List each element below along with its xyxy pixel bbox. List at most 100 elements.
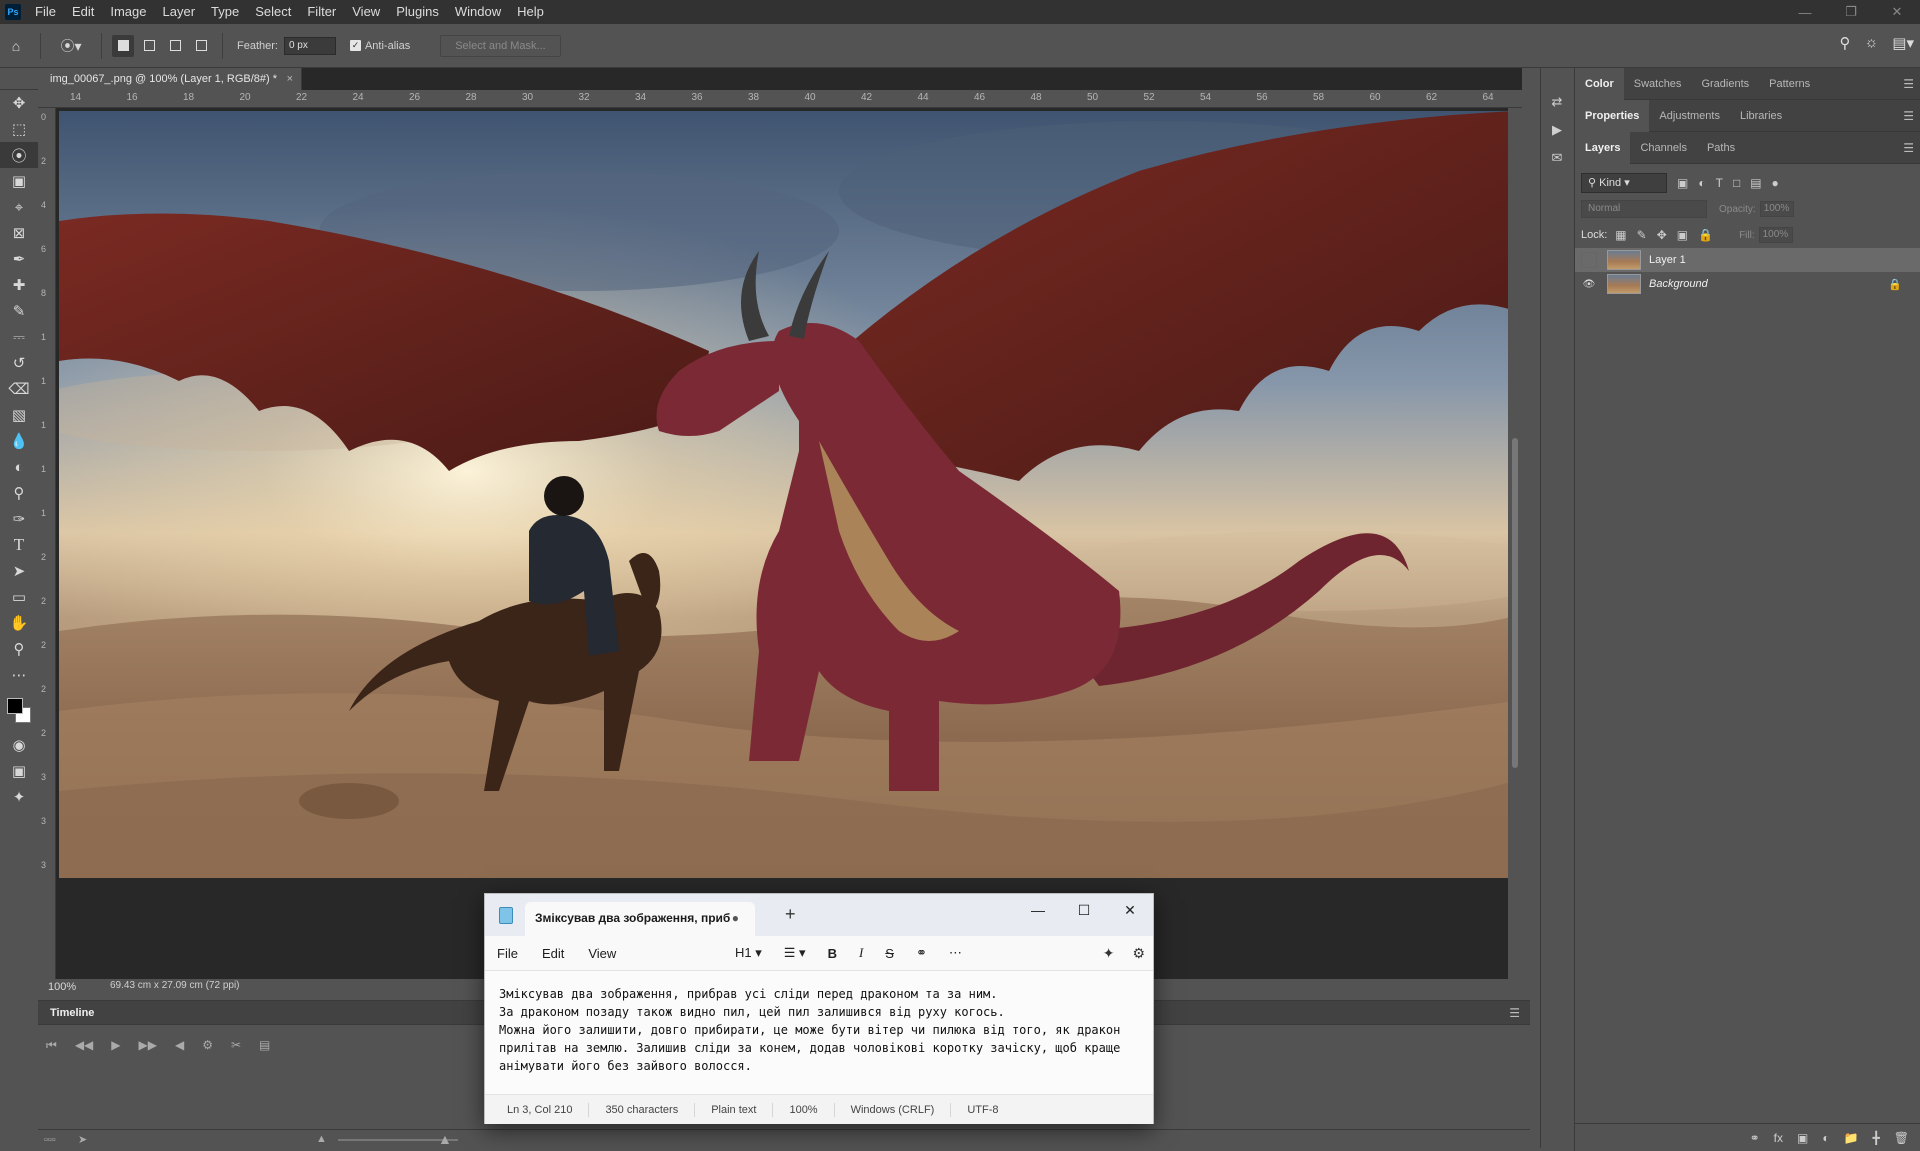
history-brush-tool-icon[interactable]: ↺	[0, 350, 38, 376]
next-frame-icon[interactable]: ▶▶	[139, 1038, 157, 1052]
minimize-icon[interactable]: —	[1782, 0, 1828, 24]
eraser-tool-icon[interactable]: ⌫	[0, 376, 38, 402]
tab-layers[interactable]: Layers	[1575, 131, 1631, 164]
tab-patterns[interactable]: Patterns	[1759, 68, 1820, 100]
lock-artboard-icon[interactable]: ▣	[1677, 228, 1688, 242]
audio-icon[interactable]: ◀	[175, 1038, 184, 1052]
type-filter-icon[interactable]: T	[1716, 176, 1723, 190]
subtract-selection-button[interactable]	[164, 35, 186, 57]
zoom-tool-icon[interactable]: ⚲	[0, 636, 38, 662]
move-tool-icon[interactable]: ✥	[0, 90, 38, 116]
kind-filter-select[interactable]: ⚲ Kind ▾	[1581, 173, 1667, 193]
transition-icon[interactable]: ▤	[259, 1038, 270, 1052]
vertical-scrollbar[interactable]	[1508, 108, 1522, 983]
workspace-icon[interactable]: ▤▾	[1892, 34, 1914, 52]
image-canvas[interactable]	[59, 111, 1515, 878]
marquee-tool-icon[interactable]: ⬚	[0, 116, 38, 142]
menu-window[interactable]: Window	[447, 0, 509, 24]
comments-icon[interactable]: ✉	[1541, 144, 1573, 172]
antialias-checkbox[interactable]: ✓	[349, 40, 361, 51]
scrollbar-thumb[interactable]	[1512, 438, 1518, 768]
new-selection-button[interactable]	[112, 34, 134, 57]
pen-tool-icon[interactable]: ✑	[0, 506, 38, 532]
link-icon[interactable]: ⚭	[916, 945, 927, 961]
tab-properties[interactable]: Properties	[1575, 99, 1650, 132]
eye-icon[interactable]: 👁	[1581, 276, 1597, 292]
tab-color[interactable]: Color	[1575, 67, 1624, 100]
notepad-menu-file[interactable]: File	[485, 946, 530, 961]
dodge-tool-icon[interactable]: ◐	[0, 454, 38, 480]
split-icon[interactable]: ✂	[231, 1038, 241, 1052]
heading-select[interactable]: H1 ▾	[735, 945, 762, 961]
menu-layer[interactable]: Layer	[155, 0, 204, 24]
restore-icon[interactable]: ❐	[1828, 0, 1874, 24]
panel-menu-icon[interactable]: ☰	[1509, 1006, 1520, 1020]
notepad-tab[interactable]: Зміксував два зображення, приб ●	[525, 902, 755, 936]
more-icon[interactable]: ⋯	[949, 945, 962, 961]
object-selection-tool-icon[interactable]: ▣	[0, 168, 38, 194]
crop-tool-icon[interactable]: ⌖	[0, 194, 38, 220]
menu-image[interactable]: Image	[102, 0, 154, 24]
menu-file[interactable]: File	[27, 0, 64, 24]
shape-filter-icon[interactable]: □	[1733, 176, 1740, 190]
prev-frame-icon[interactable]: ◀◀	[75, 1038, 93, 1052]
lasso-tool-icon[interactable]: ⦿	[0, 142, 38, 168]
notepad-menu-view[interactable]: View	[576, 946, 628, 961]
maximize-icon[interactable]: ☐	[1061, 894, 1107, 926]
frame-view-icon[interactable]: ▫▫▫	[44, 1134, 56, 1146]
new-layer-icon[interactable]: ╋	[1873, 1131, 1880, 1145]
copilot-icon[interactable]: ✦	[1103, 945, 1115, 962]
lock-all-icon[interactable]: 🔒	[1698, 228, 1713, 242]
panel-menu-icon[interactable]: ☰	[1903, 109, 1914, 123]
lock-pixels-icon[interactable]: ✎	[1637, 228, 1647, 242]
settings-icon[interactable]: ⚙	[202, 1038, 213, 1052]
feather-input[interactable]: 0 px	[283, 36, 336, 55]
menu-edit[interactable]: Edit	[64, 0, 102, 24]
visibility-toggle[interactable]	[1581, 252, 1597, 268]
menu-type[interactable]: Type	[203, 0, 247, 24]
filter-toggle-icon[interactable]: ●	[1772, 176, 1779, 190]
lasso-preset-icon[interactable]: ⦿▾	[53, 34, 89, 58]
unsaved-dot-icon[interactable]: ●	[732, 902, 739, 934]
adjustment-layer-icon[interactable]: ◐	[1822, 1131, 1829, 1145]
add-selection-button[interactable]	[138, 35, 160, 57]
screen-mode-icon[interactable]: ▣	[0, 758, 38, 784]
home-icon[interactable]: ⌂	[4, 34, 28, 58]
minimize-icon[interactable]: —	[1015, 894, 1061, 926]
actions-play-icon[interactable]: ▶	[1541, 116, 1573, 144]
more-tools-icon[interactable]: ⋯	[0, 662, 38, 688]
healing-brush-tool-icon[interactable]: ✚	[0, 272, 38, 298]
fx-icon[interactable]: fx	[1774, 1131, 1783, 1145]
lock-transparent-icon[interactable]: ▦	[1615, 228, 1626, 242]
opacity-input[interactable]: 100%	[1759, 201, 1794, 217]
gradient-tool-icon[interactable]: ▧	[0, 402, 38, 428]
layer-row-layer-1[interactable]: Layer 1	[1575, 248, 1920, 272]
hand-tool-icon[interactable]: ✋	[0, 610, 38, 636]
strikethrough-icon[interactable]: S	[885, 946, 894, 961]
zoom-level[interactable]: 100%	[48, 981, 76, 993]
menu-help[interactable]: Help	[509, 0, 552, 24]
bold-icon[interactable]: B	[828, 946, 837, 961]
quick-mask-icon[interactable]: ◉	[0, 732, 38, 758]
menu-filter[interactable]: Filter	[299, 0, 344, 24]
foreground-color[interactable]	[7, 698, 23, 714]
menu-select[interactable]: Select	[247, 0, 299, 24]
close-icon[interactable]: ✕	[1107, 894, 1153, 926]
layer-row-background[interactable]: 👁 Background 🔒	[1575, 272, 1920, 296]
menu-view[interactable]: View	[344, 0, 388, 24]
new-tab-icon[interactable]: +	[785, 904, 796, 925]
pixel-filter-icon[interactable]: ▣	[1677, 176, 1688, 190]
add-mask-icon[interactable]: ▣	[1797, 1131, 1808, 1145]
delete-layer-icon[interactable]: 🗑	[1894, 1131, 1909, 1145]
menu-plugins[interactable]: Plugins	[388, 0, 447, 24]
history-icon[interactable]: ⇄	[1541, 88, 1573, 116]
search-icon[interactable]: ⚲	[1840, 34, 1851, 52]
select-and-mask-button[interactable]: Select and Mask...	[440, 34, 561, 57]
settings-icon[interactable]: ⚙	[1132, 945, 1145, 962]
discover-icon[interactable]: ☼	[1865, 34, 1879, 52]
zoom-out-icon[interactable]: ▲	[316, 1133, 327, 1145]
new-group-icon[interactable]: 📁	[1844, 1131, 1859, 1145]
zoom-in-icon[interactable]: ▲	[438, 1131, 452, 1147]
blur-tool-icon[interactable]: 💧	[0, 428, 38, 454]
link-layers-icon[interactable]: ⚭	[1750, 1131, 1760, 1145]
